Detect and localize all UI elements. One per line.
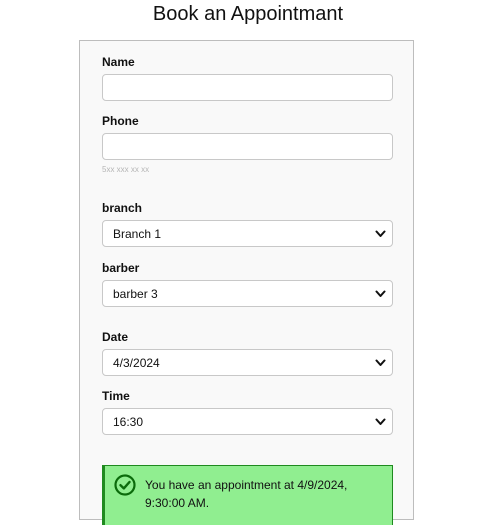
branch-select-value: Branch 1 xyxy=(113,227,162,241)
barber-select[interactable]: barber 3 xyxy=(102,280,393,307)
appointment-success-alert: You have an appointment at 4/9/2024, 9:3… xyxy=(102,465,393,525)
barber-label: barber xyxy=(102,261,140,275)
appointment-form: Name Phone 5xx xxx xx xx branch Branch 1… xyxy=(79,40,414,525)
time-select-value: 16:30 xyxy=(113,415,144,429)
date-select[interactable]: 4/3/2024 xyxy=(102,349,393,376)
date-select-value: 4/3/2024 xyxy=(113,356,160,370)
barber-select-value: barber 3 xyxy=(113,287,158,301)
page-title: Book an Appointmant xyxy=(152,3,344,25)
chevron-down-icon xyxy=(375,418,386,425)
alert-message: You have an appointment at 4/9/2024, 9:3… xyxy=(145,478,348,510)
chevron-down-icon xyxy=(375,290,386,297)
branch-label: branch xyxy=(102,201,143,215)
time-select[interactable]: 16:30 xyxy=(102,408,393,435)
branch-select[interactable]: Branch 1 xyxy=(102,220,393,247)
phone-field[interactable] xyxy=(102,133,393,160)
time-label: Time xyxy=(102,389,130,403)
chevron-down-icon xyxy=(375,359,386,366)
check-circle-icon xyxy=(114,474,136,496)
name-field[interactable] xyxy=(102,74,393,101)
chevron-down-icon xyxy=(375,230,386,237)
name-label: Name xyxy=(102,55,135,69)
date-label: Date xyxy=(102,330,129,344)
phone-label: Phone xyxy=(102,114,139,128)
phone-format-hint: 5xx xxx xx xx xyxy=(102,165,150,174)
